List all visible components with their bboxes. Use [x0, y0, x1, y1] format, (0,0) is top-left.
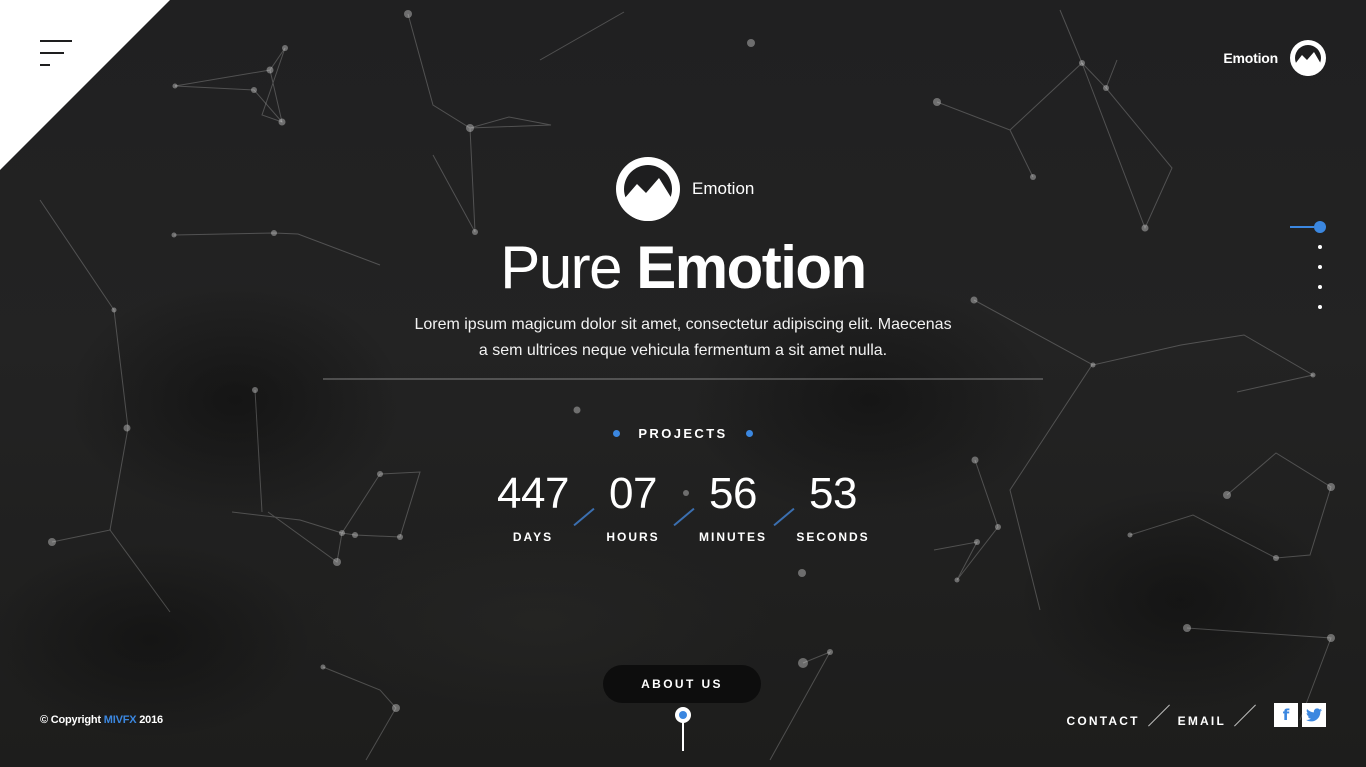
countdown-label: SECONDS — [796, 530, 870, 544]
link-separator — [1234, 704, 1256, 726]
menu-button[interactable] — [40, 40, 74, 68]
countdown-label: MINUTES — [699, 530, 767, 544]
footer-links: CONTACT EMAIL f — [1066, 703, 1326, 728]
mountain-logo-icon — [616, 157, 680, 221]
countdown-days: 447 DAYS — [483, 468, 583, 544]
scroll-line — [682, 720, 684, 751]
countdown-label: HOURS — [606, 530, 660, 544]
particle-network — [39, 9, 1335, 761]
countdown-value: 53 — [809, 469, 857, 518]
projects-heading: PROJECTS — [0, 426, 1366, 441]
about-us-button[interactable]: ABOUT US — [603, 665, 761, 703]
menu-line — [40, 52, 64, 54]
countdown-hours: 07 HOURS — [583, 468, 683, 544]
copyright-year: 2016 — [139, 714, 163, 726]
mountain-logo-icon — [1290, 40, 1326, 76]
page-title: Pure Emotion — [0, 232, 1366, 304]
menu-line — [40, 40, 72, 42]
brand-name: Emotion — [1223, 50, 1278, 66]
countdown-value: 07 — [609, 469, 657, 518]
countdown-seconds: 53 SECONDS — [783, 468, 883, 544]
copyright: © Copyright MIVFX 2016 — [40, 714, 163, 726]
title-bold: Emotion — [636, 234, 867, 301]
top-brand-link[interactable]: Emotion — [1223, 40, 1326, 76]
copyright-prefix: © Copyright — [40, 714, 101, 726]
hero-logo: Emotion — [616, 157, 754, 221]
countdown-minutes: 56 MINUTES — [683, 468, 783, 544]
subtitle-line: Lorem ipsum magicum dolor sit amet, cons… — [414, 316, 952, 333]
title-light: Pure — [500, 234, 622, 301]
facebook-glyph: f — [1282, 706, 1290, 724]
copyright-brand-link[interactable]: MIVFX — [104, 714, 137, 726]
facebook-icon[interactable]: f — [1274, 703, 1298, 727]
countdown-timer: 447 DAYS 07 HOURS 56 MINUTES 53 SECONDS — [0, 468, 1366, 558]
hero-logo-name: Emotion — [692, 179, 755, 198]
hero-subtitle: Lorem ipsum magicum dolor sit amet, cons… — [383, 312, 983, 364]
corner-panel — [0, 0, 170, 170]
twitter-icon[interactable] — [1302, 703, 1326, 727]
contact-link[interactable]: CONTACT — [1066, 714, 1139, 728]
scroll-dot-inner — [679, 711, 687, 719]
countdown-value: 447 — [497, 469, 569, 518]
divider — [323, 378, 1043, 380]
pagination-line — [1290, 226, 1314, 228]
scroll-down-indicator[interactable] — [675, 707, 691, 723]
twitter-bird-icon — [1306, 708, 1322, 722]
subtitle-line: a sem ultrices neque vehicula fermentum … — [478, 342, 888, 359]
projects-label: PROJECTS — [638, 426, 728, 441]
menu-line — [40, 64, 50, 66]
pagination-dot[interactable] — [1318, 305, 1322, 309]
accent-dot — [613, 430, 621, 437]
accent-dot — [745, 430, 753, 437]
countdown-label: DAYS — [512, 530, 554, 544]
link-separator — [1147, 704, 1170, 726]
email-link[interactable]: EMAIL — [1178, 714, 1226, 728]
countdown-value: 56 — [709, 469, 757, 518]
